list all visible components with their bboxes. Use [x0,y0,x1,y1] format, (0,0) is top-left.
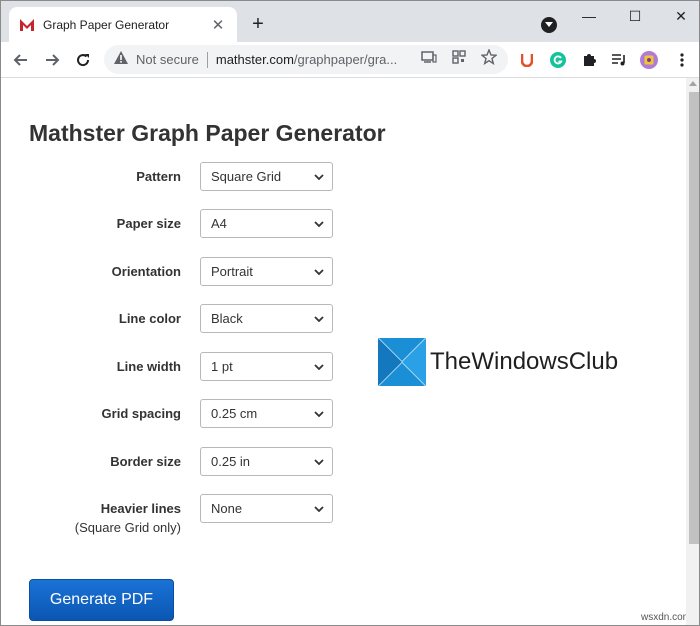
select-value: 1 pt [211,359,233,374]
extensions-puzzle-icon[interactable] [580,51,598,69]
mathster-favicon-icon [19,17,35,33]
tab-graph-paper-generator[interactable]: Graph Paper Generator ✕ [9,7,237,42]
minimize-button[interactable]: — [573,5,605,27]
maximize-button[interactable]: ☐ [619,5,651,27]
select-value: Portrait [211,264,253,279]
field-label: Pattern [136,169,181,184]
chevron-down-icon [310,215,328,233]
select-value: Square Grid [211,169,282,184]
profile-avatar-icon[interactable] [640,51,658,69]
line-color-select[interactable]: Black [200,304,333,333]
chevron-down-icon [310,453,328,471]
address-bar[interactable]: Not secure mathster.com/graphpaper/gra..… [104,45,508,74]
heavier-lines-select[interactable]: None [200,494,333,523]
scroll-thumb[interactable] [689,92,699,544]
border-size-select[interactable]: 0.25 in [200,447,333,476]
orientation-select[interactable]: Portrait [200,257,333,286]
page-content: Mathster Graph Paper Generator Pattern S… [1,78,699,625]
field-label: Orientation [111,264,181,279]
media-queue-icon[interactable] [610,51,628,69]
field-label: Grid spacing [101,406,181,421]
windows-club-logo-icon [377,337,427,387]
qr-code-icon[interactable] [450,48,468,66]
generate-pdf-button[interactable]: Generate PDF [29,579,174,621]
browser-window: Graph Paper Generator ✕ + — ☐ ✕ Not secu… [0,0,700,626]
chevron-down-icon [310,263,328,281]
browser-toolbar: Not secure mathster.com/graphpaper/gra..… [1,42,699,78]
tab-close-icon[interactable]: ✕ [209,16,227,34]
field-label: Line width [116,359,181,374]
line-width-select[interactable]: 1 pt [200,352,333,381]
select-value: Black [211,311,243,326]
bookmark-star-icon[interactable] [480,48,498,66]
reload-icon[interactable] [71,48,95,72]
field-label: Heavier lines [100,501,181,516]
select-value: None [211,501,243,516]
field-row-grid-spacing: Grid spacing 0.25 cm [1,399,341,429]
close-window-button[interactable]: ✕ [665,5,697,27]
field-label: Paper size [116,216,181,231]
browser-menu-icon[interactable] [673,51,691,69]
field-row-pattern: Pattern Square Grid [1,162,341,192]
not-secure-label[interactable]: Not secure [136,52,199,67]
watermark: TheWindowsClub [377,337,619,387]
warning-triangle-icon[interactable] [114,50,128,69]
paper-size-select[interactable]: A4 [200,209,333,238]
field-sublabel: (Square Grid only) [74,520,181,535]
select-value: A4 [211,216,227,231]
chevron-down-icon [310,168,328,186]
select-value: 0.25 cm [211,406,258,421]
chevron-down-icon [310,358,328,376]
chevron-down-icon [310,500,328,518]
field-row-border-size: Border size 0.25 in [1,447,341,477]
back-arrow-icon[interactable] [9,48,33,72]
scroll-up-arrow-icon[interactable] [689,81,697,86]
tab-title: Graph Paper Generator [43,17,170,32]
forward-arrow-icon[interactable] [40,48,64,72]
select-value: 0.25 in [211,454,251,469]
url-host: mathster.com [215,52,294,67]
address-separator [206,51,208,68]
tab-strip: Graph Paper Generator ✕ + — ☐ ✕ [1,1,699,42]
pattern-select[interactable]: Square Grid [200,162,333,191]
page-scrollbar[interactable] [686,78,699,625]
ublock-extension-icon[interactable] [518,51,536,69]
grid-spacing-select[interactable]: 0.25 cm [200,399,333,428]
watermark-text: TheWindowsClub [430,348,619,375]
field-row-paper-size: Paper size A4 [1,209,341,239]
field-row-line-width: Line width 1 pt [1,352,341,382]
chevron-down-icon [310,405,328,423]
tab-search-icon[interactable] [541,17,557,33]
field-row-line-color: Line color Black [1,304,341,334]
chevron-down-icon [310,310,328,328]
url-path: /graphpaper/gra... [293,52,398,67]
field-row-heavier-lines: Heavier lines (Square Grid only) None [1,494,341,540]
cast-device-icon[interactable] [420,48,438,66]
grammarly-extension-icon[interactable] [549,51,567,69]
page-title: Mathster Graph Paper Generator [29,120,386,146]
field-label: Border size [110,454,181,469]
field-label: Line color [118,311,181,326]
site-watermark: wsxdn.com [640,612,691,623]
new-tab-button[interactable]: + [247,13,269,35]
field-row-orientation: Orientation Portrait [1,257,341,287]
